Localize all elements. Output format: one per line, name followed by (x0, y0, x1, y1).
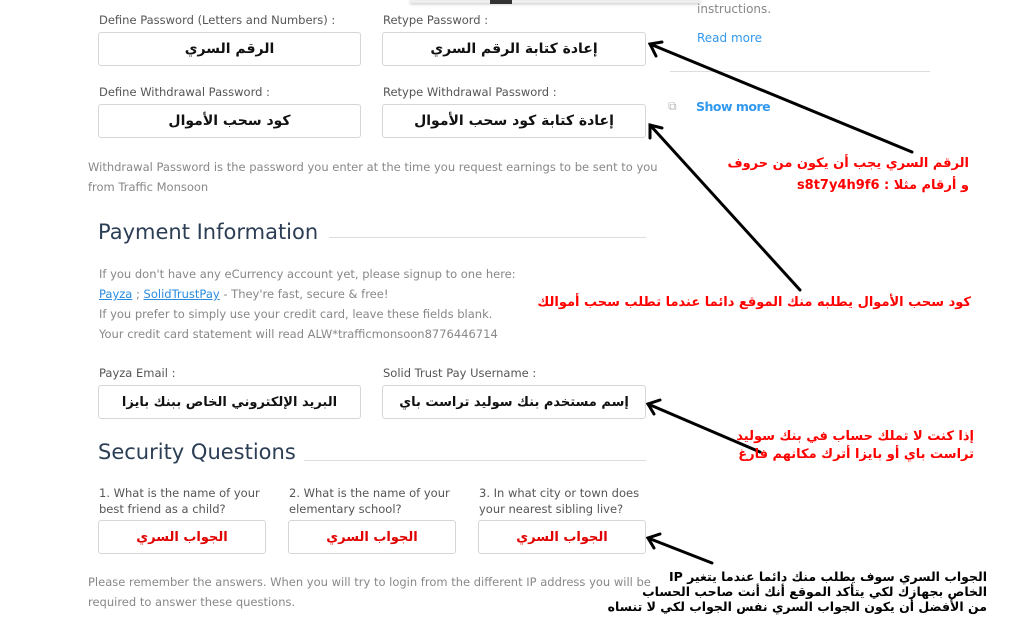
arrow-security (646, 536, 714, 565)
withdrawal-note: Withdrawal Password is the password you … (88, 157, 658, 197)
payza-email-label: Payza Email : (99, 366, 176, 380)
withdrawal-password-label: Define Withdrawal Password : (99, 85, 270, 99)
retype-withdrawal-input[interactable]: إعادة كتابة كود سحب الأموال (382, 104, 646, 138)
withdrawal-hint: كود سحب الأموال يطلبه منك الموقع دائما ع… (537, 295, 971, 310)
sidebar-divider (670, 71, 930, 72)
payment-section-title: Payment Information (98, 220, 319, 244)
bank-hint-line-2: تراست باي أو بايزا أترك مكانهم فارغ (738, 447, 974, 462)
password-hint-line-2: و أرقام مثلا : s8t7y4h9f6 (796, 178, 969, 193)
arrow-bank-head (645, 398, 662, 416)
password-label: Define Password (Letters and Numbers) : (99, 13, 336, 27)
security-hint-line-1: الجواب السري سوف يطلب منك دائما عندما يت… (668, 569, 987, 584)
stp-username-label: Solid Trust Pay Username : (383, 366, 537, 380)
arrow-password-head (647, 40, 664, 58)
answer-2-input[interactable]: الجواب السري (288, 520, 456, 554)
withdrawal-note-line-1: Withdrawal Password is the password you … (88, 160, 658, 174)
question-1-line-1: 1. What is the name of your (99, 486, 260, 500)
answer-1-input[interactable]: الجواب السري (98, 520, 266, 554)
question-3-line-2: your nearest sibling live? (479, 502, 624, 516)
arrow-password (648, 42, 914, 154)
security-hint: الجواب السري سوف يطلب منك دائما عندما يت… (608, 569, 987, 614)
question-3-label: 3. In what city or town does your neares… (479, 485, 639, 517)
payment-info-text: If you don't have any eCurrency account … (99, 264, 516, 344)
retype-password-input[interactable]: إعادة كتابة الرقم السري (382, 32, 646, 66)
security-hint-line-2: الخاص بجهازك لكي يتأكد الموقع أنك أنت صا… (642, 584, 987, 599)
question-1-line-2: best friend as a child? (99, 502, 226, 516)
retype-withdrawal-label: Retype Withdrawal Password : (383, 85, 557, 99)
question-3-line-1: 3. In what city or town does (479, 486, 640, 500)
link-separator: ; (132, 287, 144, 301)
payment-line-4: Your credit card statement will read ALW… (99, 327, 498, 341)
security-note: Please remember the answers. When you wi… (88, 572, 651, 612)
copy-icon: ⧉ (668, 99, 677, 113)
payza-link[interactable]: Payza (99, 287, 132, 301)
stp-username-input[interactable]: إسم مستخدم بنك سوليد تراست باي (382, 385, 646, 419)
show-more-link[interactable]: Show more (696, 99, 771, 114)
password-input[interactable]: الرقم السري (98, 32, 361, 66)
payment-line-3: If you prefer to simply use your credit … (99, 307, 493, 321)
security-section-title: Security Questions (98, 440, 296, 464)
withdrawal-note-line-2: from Traffic Monsoon (88, 180, 209, 194)
answer-3-input[interactable]: الجواب السري (478, 520, 646, 554)
password-hint: الرقم السري يجب أن يكون من حروف و أرقام … (728, 153, 970, 197)
payment-line-1: If you don't have any eCurrency account … (99, 267, 516, 281)
popup-handle (490, 0, 512, 4)
security-note-line-2: required to answer these questions. (88, 595, 296, 609)
question-1-label: 1. What is the name of your best friend … (99, 485, 260, 517)
question-2-line-2: elementary school? (289, 502, 402, 516)
arrow-withdrawal-head (648, 123, 664, 140)
read-more-link[interactable]: Read more (697, 31, 762, 45)
security-hint-line-3: من الأفضل أن يكون الجواب السري نفس الجوا… (607, 599, 987, 614)
payment-title-rule (329, 237, 646, 238)
payment-line-2-tail: - They're fast, secure & free! (219, 287, 389, 301)
solidtrustpay-link[interactable]: SolidTrustPay (144, 287, 220, 301)
security-note-line-1: Please remember the answers. When you wi… (88, 575, 651, 589)
security-title-rule (304, 460, 646, 461)
bank-hint: إذا كنت لا تملك حساب في بنك سوليد تراست … (736, 428, 974, 464)
question-2-line-1: 2. What is the name of your (289, 486, 450, 500)
popup-edge (410, 0, 700, 3)
retype-password-label: Retype Password : (383, 13, 489, 27)
payment-line-2: Payza ; SolidTrustPay - They're fast, se… (99, 284, 516, 304)
sidebar-instructions: instructions. (697, 2, 772, 16)
bank-hint-line-1: إذا كنت لا تملك حساب في بنك سوليد (736, 429, 974, 444)
password-hint-line-1: الرقم السري يجب أن يكون من حروف (727, 156, 970, 171)
question-2-label: 2. What is the name of your elementary s… (289, 485, 450, 517)
arrow-security-head (645, 532, 662, 550)
withdrawal-password-input[interactable]: كود سحب الأموال (98, 104, 361, 138)
arrow-withdrawal (648, 123, 802, 292)
payza-email-input[interactable]: البريد الإلكتروني الخاص ببنك بايزا (98, 385, 361, 419)
